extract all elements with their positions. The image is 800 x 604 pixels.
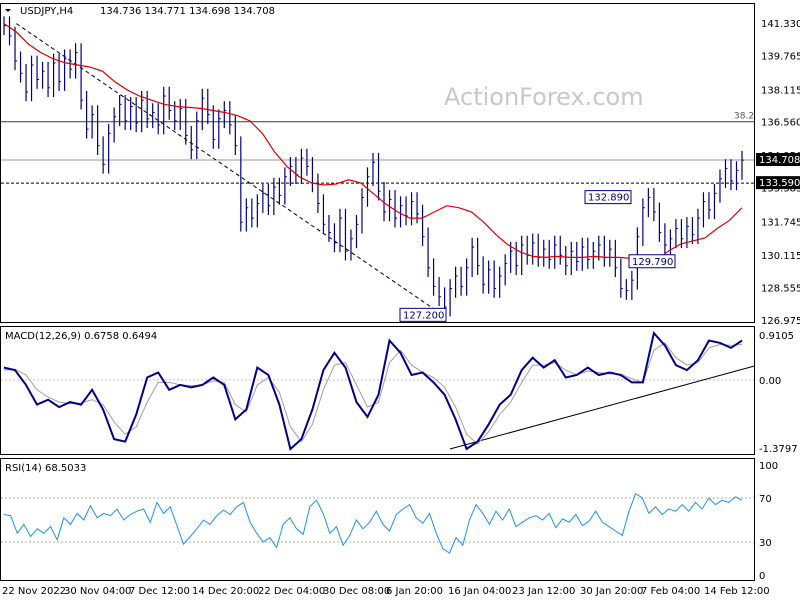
x-axis-tick: 23 Jan 12:00 bbox=[512, 586, 575, 597]
rsi-panel-frame bbox=[0, 458, 755, 581]
macd-y-tick: 0.00 bbox=[759, 376, 781, 387]
macd-y-tick: -1.3797 bbox=[759, 444, 798, 455]
price-y-tick: 141.330 bbox=[761, 19, 800, 30]
x-axis-tick: 22 Nov 2022 bbox=[2, 586, 66, 597]
price-label-text: 127.200 bbox=[403, 310, 444, 321]
rsi-y-tick: 0 bbox=[759, 571, 765, 582]
rsi-y-tick: 70 bbox=[759, 494, 772, 505]
price-label: 129.790 bbox=[628, 254, 676, 269]
watermark: ActionForex.com bbox=[444, 83, 644, 111]
x-axis-tick: 14 Feb 12:00 bbox=[704, 586, 770, 597]
support-price-badge-text: 133.590 bbox=[759, 178, 800, 189]
price-y-tick: 128.555 bbox=[761, 283, 800, 294]
current-price-badge: 134.708 bbox=[756, 153, 800, 167]
price-label-text: 129.790 bbox=[632, 257, 673, 268]
x-axis-tick: 6 Jan 20:00 bbox=[386, 586, 443, 597]
price-label: 132.890 bbox=[584, 190, 632, 205]
macd-y-tick: 0.9105 bbox=[759, 331, 794, 342]
x-axis-tick: 16 Jan 04:00 bbox=[448, 586, 511, 597]
price-y-tick: 136.560 bbox=[761, 118, 800, 129]
chart-symbol-title: USDJPY,H4 bbox=[20, 6, 73, 17]
x-axis-tick: 14 Dec 20:00 bbox=[192, 586, 259, 597]
x-axis-tick: 30 Nov 04:00 bbox=[64, 586, 131, 597]
x-axis-tick: 7 Dec 12:00 bbox=[129, 586, 190, 597]
current-price-badge-text: 134.708 bbox=[759, 155, 800, 166]
price-label-text: 132.890 bbox=[588, 193, 629, 204]
y-axis-labels: 141.330139.765138.115136.560134.950133.3… bbox=[756, 19, 800, 582]
price-y-tick: 131.745 bbox=[761, 217, 800, 228]
x-axis-labels: 22 Nov 202230 Nov 04:007 Dec 12:00 14 Dec… bbox=[2, 586, 770, 597]
support-price-badge: 133.590 bbox=[756, 176, 800, 190]
rsi-y-tick: 30 bbox=[759, 538, 772, 549]
price-label: 127.200 bbox=[399, 307, 447, 322]
x-axis-tick: 30 Dec 08:00 bbox=[323, 586, 390, 597]
price-y-tick: 126.975 bbox=[761, 316, 800, 327]
x-axis-tick: 7 Feb 04:00 bbox=[641, 586, 700, 597]
rsi-title: RSI(14) 68.5033 bbox=[5, 463, 86, 474]
x-axis-tick: 22 Dec 04:00 bbox=[258, 586, 325, 597]
chart-window: ActionForex.com USDJPY,H4 134.736 134.77… bbox=[0, 0, 800, 600]
fib-label: 38.2 bbox=[734, 112, 754, 122]
chart-canvas: ActionForex.com USDJPY,H4 134.736 134.77… bbox=[0, 3, 800, 597]
price-y-tick: 130.115 bbox=[761, 251, 800, 262]
ohlc-readout: 134.736 134.771 134.698 134.708 bbox=[100, 6, 275, 17]
price-y-tick: 138.115 bbox=[761, 86, 800, 97]
x-axis-tick: 30 Jan 20:00 bbox=[580, 586, 643, 597]
price-panel-frame bbox=[0, 3, 755, 323]
macd-title: MACD(12,26,9) 0.6758 0.6494 bbox=[5, 331, 157, 342]
rsi-y-tick: 100 bbox=[759, 461, 778, 472]
price-y-tick: 139.765 bbox=[761, 51, 800, 62]
